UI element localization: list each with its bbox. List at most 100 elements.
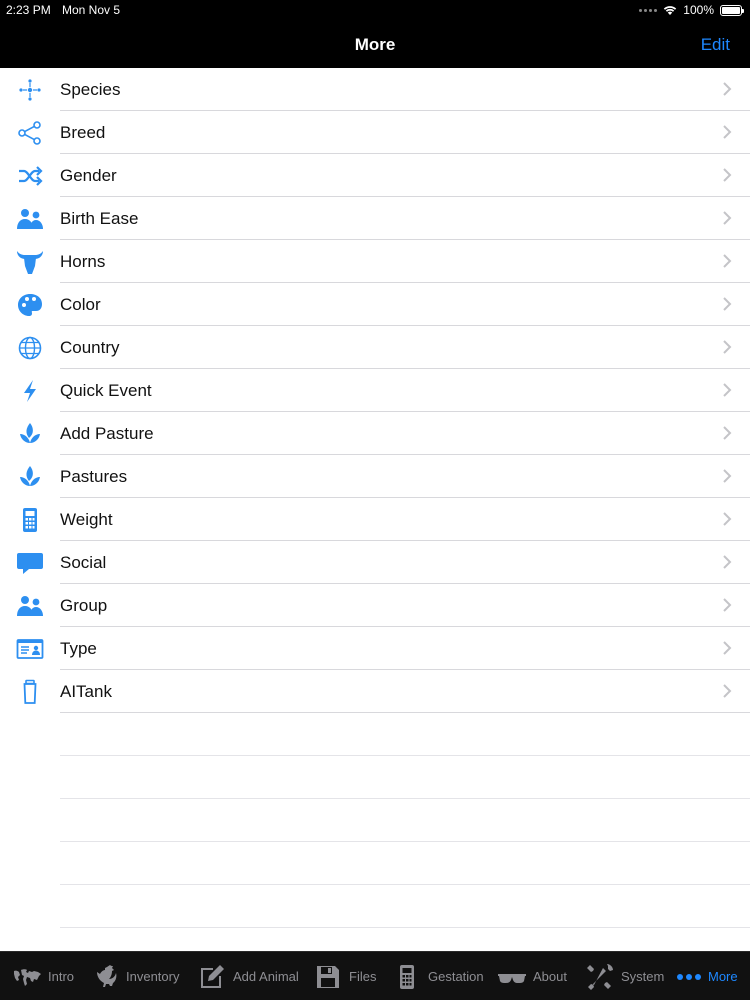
chevron-right-icon xyxy=(723,684,732,698)
calculator-icon xyxy=(0,498,60,541)
tab-more[interactable]: More xyxy=(676,952,738,1000)
tab-label: Intro xyxy=(48,969,75,984)
speech-bubble-icon xyxy=(0,541,60,584)
tab-system[interactable]: System xyxy=(585,952,664,1000)
status-time: 2:23 PM xyxy=(6,3,51,17)
tab-intro[interactable]: Intro xyxy=(12,952,74,1000)
signal-dots-icon xyxy=(639,8,658,12)
tab-label: Files xyxy=(349,969,377,984)
list-item-label: Group xyxy=(60,595,108,615)
tab-files[interactable]: Files xyxy=(313,952,376,1000)
chevron-right-icon xyxy=(723,82,732,96)
more-list: Species Breed Gender Birth Ease Horns Co… xyxy=(0,68,750,951)
chevron-right-icon xyxy=(723,340,732,354)
tab-label: Inventory xyxy=(126,969,180,984)
bull-head-icon xyxy=(0,240,60,283)
chevron-right-icon xyxy=(723,598,732,612)
list-item-group[interactable]: Group xyxy=(0,584,750,627)
more-dots-icon xyxy=(677,973,701,980)
list-item-label: Horns xyxy=(60,251,106,271)
list-item-birth-ease[interactable]: Birth Ease xyxy=(0,197,750,240)
page-title: More xyxy=(354,35,396,54)
empty-row xyxy=(0,799,750,842)
list-item-quick-event[interactable]: Quick Event xyxy=(0,369,750,412)
battery-icon xyxy=(720,4,744,16)
tab-label: About xyxy=(533,969,567,984)
list-item-label: Pastures xyxy=(60,466,128,486)
share-nodes-icon xyxy=(0,111,60,154)
calculator-icon xyxy=(400,964,414,989)
edit-icon xyxy=(201,964,224,988)
chevron-right-icon xyxy=(723,641,732,655)
list-item-pastures[interactable]: Pastures xyxy=(0,455,750,498)
tank-icon xyxy=(0,670,60,713)
tab-label: More xyxy=(708,969,738,984)
tab-about[interactable]: About xyxy=(497,952,567,1000)
list-item-aitank[interactable]: AITank xyxy=(0,670,750,713)
chevron-right-icon xyxy=(723,469,732,483)
list-item-horns[interactable]: Horns xyxy=(0,240,750,283)
users-icon xyxy=(0,584,60,627)
list-item-species[interactable]: Species xyxy=(0,68,750,111)
list-item-label: Birth Ease xyxy=(60,208,139,228)
empty-row xyxy=(0,885,750,928)
tab-add-animal[interactable]: Add Animal xyxy=(197,952,299,1000)
list-item-gender[interactable]: Gender xyxy=(0,154,750,197)
globe-icon xyxy=(0,326,60,369)
world-map-icon xyxy=(14,968,41,986)
leaf-icon xyxy=(0,412,60,455)
floppy-disk-icon xyxy=(317,965,339,988)
nav-bar: More Edit xyxy=(0,22,750,68)
list-item-label: Social xyxy=(60,552,107,572)
tab-inventory[interactable]: Inventory xyxy=(90,952,179,1000)
list-item-type[interactable]: Type xyxy=(0,627,750,670)
list-item-color[interactable]: Color xyxy=(0,283,750,326)
chevron-right-icon xyxy=(723,512,732,526)
list-item-label: Species xyxy=(60,79,121,99)
rooster-icon xyxy=(97,964,117,987)
chevron-right-icon xyxy=(723,254,732,268)
chevron-right-icon xyxy=(723,297,732,311)
list-item-label: Quick Event xyxy=(60,380,152,400)
list-item-add-pasture[interactable]: Add Pasture xyxy=(0,412,750,455)
tab-label: Add Animal xyxy=(233,969,299,984)
status-right: 100% xyxy=(639,3,744,17)
chevron-right-icon xyxy=(723,168,732,182)
edit-button[interactable]: Edit xyxy=(701,35,730,55)
tab-label: System xyxy=(621,969,665,984)
list-item-label: Country xyxy=(60,337,120,357)
list-item-weight[interactable]: Weight xyxy=(0,498,750,541)
list-item-label: Weight xyxy=(60,509,113,529)
list-item-label: Color xyxy=(60,294,101,314)
glasses-icon xyxy=(498,973,526,983)
chevron-right-icon xyxy=(723,211,732,225)
list-item-label: AITank xyxy=(60,681,112,701)
chevron-right-icon xyxy=(723,383,732,397)
tab-gestation[interactable]: Gestation xyxy=(392,952,484,1000)
list-item-social[interactable]: Social xyxy=(0,541,750,584)
shuffle-icon xyxy=(0,154,60,197)
chevron-right-icon xyxy=(723,426,732,440)
tab-label: Gestation xyxy=(428,969,484,984)
chevron-right-icon xyxy=(723,125,732,139)
wifi-icon xyxy=(664,5,677,15)
leaf-icon xyxy=(0,455,60,498)
list-item-breed[interactable]: Breed xyxy=(0,111,750,154)
list-item-country[interactable]: Country xyxy=(0,326,750,369)
users-icon xyxy=(0,197,60,240)
species-icon xyxy=(0,68,60,111)
tools-icon xyxy=(587,963,613,990)
empty-row xyxy=(0,842,750,885)
status-bar: 2:23 PM Mon Nov 5 100% xyxy=(0,0,750,22)
chevron-right-icon xyxy=(723,555,732,569)
list-item-label: Breed xyxy=(60,122,106,142)
list-item-label: Add Pasture xyxy=(60,423,154,443)
id-card-icon xyxy=(0,627,60,670)
status-date: Mon Nov 5 xyxy=(62,3,121,17)
empty-row xyxy=(0,713,750,756)
palette-icon xyxy=(0,283,60,326)
list-item-label: Type xyxy=(60,638,97,658)
tab-bar: Intro Inventory Add Animal Files Gestati… xyxy=(0,951,750,1000)
lightning-icon xyxy=(0,369,60,412)
battery-percent: 100% xyxy=(683,3,714,17)
